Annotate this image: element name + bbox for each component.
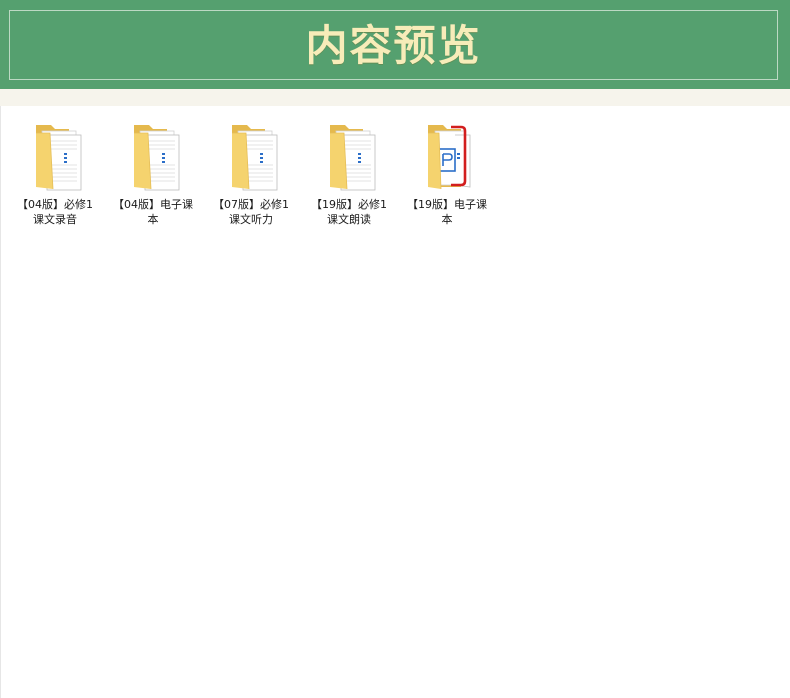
banner-frame: 内容预览 — [9, 10, 778, 80]
folder-icon — [36, 125, 82, 191]
folder-label: 【04版】电子课本 — [113, 198, 193, 226]
folder-label: 【07版】必修1课文听力 — [213, 198, 289, 226]
folder-icon — [232, 125, 278, 191]
file-explorer: 【04版】必修1课文录音 【04版】电子课本 【07版】必修1课文听力 【19版… — [0, 106, 790, 698]
folder-item[interactable]: 【19版】电子课本 — [407, 119, 487, 227]
folder-item[interactable]: 【19版】必修1课文朗读 — [309, 119, 389, 227]
folder-pdf-icon — [428, 125, 471, 190]
folder-label: 【19版】必修1课文朗读 — [311, 198, 387, 226]
folder-label: 【19版】电子课本 — [407, 198, 487, 226]
folder-item[interactable]: 【04版】电子课本 — [113, 119, 193, 227]
folder-item[interactable]: 【04版】必修1课文录音 — [15, 119, 95, 227]
folder-icon — [134, 125, 180, 191]
toolbar-strip — [0, 89, 790, 106]
page-title: 内容预览 — [305, 21, 482, 70]
preview-banner: 内容预览 — [0, 0, 790, 89]
folder-label: 【04版】必修1课文录音 — [17, 198, 93, 226]
folder-item[interactable]: 【07版】必修1课文听力 — [211, 119, 291, 227]
folder-icon — [330, 125, 376, 191]
